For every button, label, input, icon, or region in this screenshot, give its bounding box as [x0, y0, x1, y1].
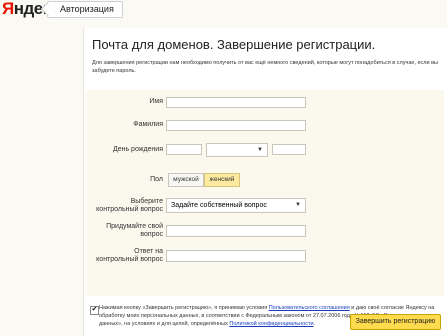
breadcrumb-authorization[interactable]: Авторизация: [47, 1, 123, 18]
chevron-down-icon: ▼: [257, 147, 263, 153]
own-question-label: Придумайте свой вопрос: [106, 223, 163, 238]
logo-first-letter: Я: [2, 0, 14, 18]
question-select-value: Задайте собственный вопрос: [171, 202, 267, 209]
breadcrumb-label: Авторизация: [60, 4, 114, 14]
last-name-input[interactable]: [166, 120, 306, 131]
chevron-down-icon: ▼: [295, 202, 301, 208]
birthday-day-input[interactable]: [166, 144, 202, 155]
consent-checkbox[interactable]: ✔: [90, 306, 99, 315]
own-question-input[interactable]: [166, 225, 306, 237]
last-name-label: Фамилия: [133, 121, 163, 128]
finish-registration-button[interactable]: Завершить регистрацию: [350, 314, 441, 330]
page-title: Почта для доменов. Завершение регистраци…: [92, 37, 376, 52]
gender-label: Пол: [150, 176, 163, 183]
answer-label: Ответ на контрольный вопрос: [96, 248, 163, 263]
user-agreement-link[interactable]: Пользовательского соглашения: [269, 305, 350, 311]
form-panel: Имя Фамилия День рождения ▼ Пол мужской …: [86, 90, 444, 296]
answer-input[interactable]: [166, 250, 306, 262]
consent-text-part: Нажимая кнопку «Завершить регистрацию», …: [99, 305, 269, 311]
gender-female-button[interactable]: женский: [204, 173, 240, 187]
gender-male-button[interactable]: мужской: [168, 173, 204, 187]
registration-card: Почта для доменов. Завершение регистраци…: [83, 28, 447, 336]
birthday-month-select[interactable]: ▼: [206, 143, 268, 157]
first-name-label: Имя: [149, 98, 163, 105]
birthday-label: День рождения: [112, 146, 163, 153]
first-name-input[interactable]: [166, 97, 306, 108]
birthday-year-input[interactable]: [272, 144, 306, 155]
intro-text: Для завершения регистрации нам необходим…: [92, 60, 438, 74]
question-select-label: Выберите контрольный вопрос: [96, 198, 163, 213]
consent-text-part: .: [313, 321, 316, 327]
privacy-policy-link[interactable]: Политикой конфиденциальности: [229, 321, 313, 327]
top-bar: Яндекс Авторизация: [0, 0, 447, 20]
question-select[interactable]: Задайте собственный вопрос ▼: [166, 198, 306, 213]
